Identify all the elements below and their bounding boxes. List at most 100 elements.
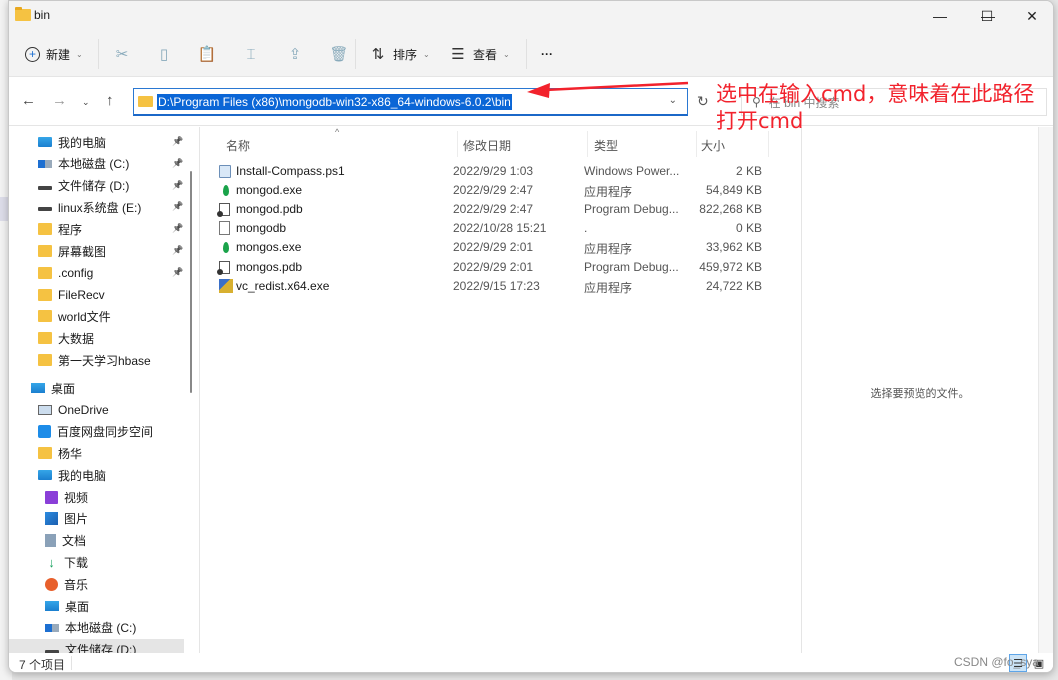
sidebar-item[interactable]: 桌面	[45, 595, 89, 617]
file-ps1-icon	[219, 165, 231, 178]
file-row[interactable]: mongos.pdb 2022/9/29 2:01 Program Debug...…	[217, 258, 769, 277]
paste-button[interactable]: 📋	[197, 41, 217, 67]
share-button[interactable]: ⇪	[286, 41, 304, 67]
window-title: bin	[34, 8, 51, 22]
address-input[interactable]: D:\Program Files (x86)\mongodb-win32-x86…	[133, 88, 688, 116]
file-row[interactable]: mongod.pdb 2022/9/29 2:47 Program Debug...…	[217, 200, 769, 219]
column-header-name[interactable]: 名称	[226, 137, 250, 154]
pin-icon[interactable]: 📌	[172, 158, 183, 169]
file-row[interactable]: mongodb 2022/10/28 15:21. 0 KB	[219, 219, 769, 238]
sidebar-item-label: 音乐	[64, 577, 89, 592]
file-date: 2022/9/29 2:01	[453, 259, 534, 274]
toolbar-divider	[98, 39, 99, 69]
cut-button[interactable]: ✂	[113, 41, 131, 67]
forward-arrow-icon[interactable]: →	[52, 92, 67, 109]
sidebar-item[interactable]: 程序	[38, 218, 82, 240]
sidebar-item[interactable]: .config	[38, 262, 93, 284]
cdrive-icon	[45, 623, 59, 632]
chevron-down-icon[interactable]: ⌄	[669, 95, 677, 106]
sidebar-item[interactable]: 文件储存 (D:)	[38, 175, 129, 197]
sidebar-item[interactable]: OneDrive	[38, 399, 109, 421]
pc-icon	[38, 137, 52, 147]
copy-button[interactable]: ▯	[155, 41, 173, 67]
up-arrow-icon[interactable]: ↑	[106, 92, 114, 109]
column-header-type[interactable]: 类型	[594, 137, 618, 154]
sidebar-item[interactable]: 杨华	[38, 442, 82, 464]
file-list: ^ 名称 修改日期 类型 大小 Install-Compass.ps1 2022/…	[209, 127, 801, 653]
pc-icon	[38, 470, 52, 481]
file-name: mongod.pdb	[236, 202, 303, 217]
file-row[interactable]: vc_redist.x64.exe 2022/9/15 17:23 应用程序 24,7…	[219, 277, 769, 296]
file-exe-mongo-icon	[223, 185, 229, 197]
sidebar-item[interactable]: FileRecv	[38, 284, 105, 306]
close-button[interactable]: ✕	[1009, 1, 1053, 31]
file-size: 822,268 KB	[699, 202, 762, 217]
chevron-down-icon: ⌄	[76, 49, 83, 59]
sidebar-item[interactable]: 视频	[45, 486, 88, 508]
address-path[interactable]: D:\Program Files (x86)\mongodb-win32-x86…	[157, 93, 512, 110]
sidebar-item-label: 程序	[58, 222, 83, 237]
rename-button[interactable]: ⌶	[242, 41, 260, 67]
sort-button[interactable]: ⇅ 排序 ⌄	[369, 41, 430, 67]
sidebar-item[interactable]: linux系统盘 (E:)	[38, 196, 141, 218]
file-row[interactable]: mongos.exe 2022/9/29 2:01 应用程序 33,962 KB	[219, 238, 769, 257]
vertical-scrollbar[interactable]	[1038, 127, 1053, 653]
sidebar-item-label: 桌面	[65, 599, 90, 614]
file-size: 0 KB	[735, 221, 762, 236]
sidebar-item[interactable]: 屏幕截图	[38, 240, 106, 262]
paste-icon: 📋	[197, 46, 217, 63]
sidebar-item[interactable]: 第一天学习hbase	[38, 349, 151, 371]
new-button[interactable]: + 新建 ⌄	[25, 41, 83, 67]
sidebar-scrollbar[interactable]	[190, 171, 192, 393]
sidebar-item[interactable]: world文件	[38, 305, 111, 327]
sidebar-item[interactable]: 音乐	[45, 573, 88, 595]
view-list-icon: ☰	[451, 46, 465, 63]
pin-icon[interactable]: 📌	[172, 267, 183, 278]
minimize-btn[interactable]: —	[917, 1, 963, 31]
view-button[interactable]: ☰ 查看 ⌄	[449, 41, 509, 67]
refresh-icon[interactable]: ↻	[697, 93, 709, 110]
file-row[interactable]: mongod.exe 2022/9/29 2:47 应用程序 54,849 KB	[219, 181, 769, 200]
file-row[interactable]: Install-Compass.ps1 2022/9/29 1:03 Windows…	[219, 162, 769, 181]
sidebar-item-label: 下载	[64, 555, 89, 570]
onedrive-icon	[38, 404, 52, 415]
folder-icon	[38, 310, 52, 323]
sidebar-item[interactable]: 大数据	[38, 327, 94, 349]
sidebar-item[interactable]: 本地磁盘 (C:)	[38, 153, 129, 175]
pin-icon[interactable]: 📌	[172, 136, 183, 147]
pane-divider[interactable]	[199, 127, 200, 653]
down-icon: ↓	[48, 554, 55, 570]
sidebar-item[interactable]: ↓ 下载	[45, 551, 88, 573]
sidebar-item[interactable]: 文件储存 (D:)	[9, 638, 184, 653]
folder-icon	[38, 288, 52, 301]
pin-icon[interactable]: 📌	[172, 201, 183, 212]
pin-icon[interactable]: 📌	[172, 245, 183, 256]
folder-icon	[38, 223, 52, 236]
sidebar-item[interactable]: 桌面	[31, 377, 75, 399]
sidebar-item[interactable]: 文档	[45, 530, 86, 552]
file-type: Program Debug...	[584, 259, 679, 274]
drive-icon	[38, 207, 52, 212]
sidebar-item[interactable]: 本地磁盘 (C:)	[45, 617, 136, 639]
file-type: Windows Power...	[584, 164, 680, 178]
more-button[interactable]: ···	[541, 41, 553, 67]
pin-icon[interactable]: 📌	[172, 223, 183, 234]
sidebar-item[interactable]: 我的电脑	[38, 131, 106, 153]
file-blank-icon	[219, 221, 230, 236]
column-header-size[interactable]: 大小	[701, 137, 725, 154]
pin-icon[interactable]: 📌	[172, 180, 183, 191]
video-icon	[45, 490, 58, 504]
sidebar-item[interactable]: 图片	[45, 508, 88, 530]
sidebar-item[interactable]: 我的电脑	[38, 464, 106, 486]
sidebar-item[interactable]: 百度网盘同步空间	[38, 421, 153, 443]
cut-icon: ✂	[115, 46, 129, 63]
column-header-date[interactable]: 修改日期	[463, 137, 511, 154]
recent-chevron-icon[interactable]: ⌄	[82, 97, 90, 108]
sidebar-item-label: 视频	[64, 490, 89, 505]
back-arrow-icon[interactable]: ←	[21, 92, 36, 109]
pic-icon	[45, 512, 58, 526]
maximize-button[interactable]: ☐	[964, 1, 1010, 31]
sort-label: 排序	[393, 47, 418, 62]
folder-icon	[38, 266, 52, 279]
delete-button[interactable]: 🗑	[329, 41, 348, 67]
